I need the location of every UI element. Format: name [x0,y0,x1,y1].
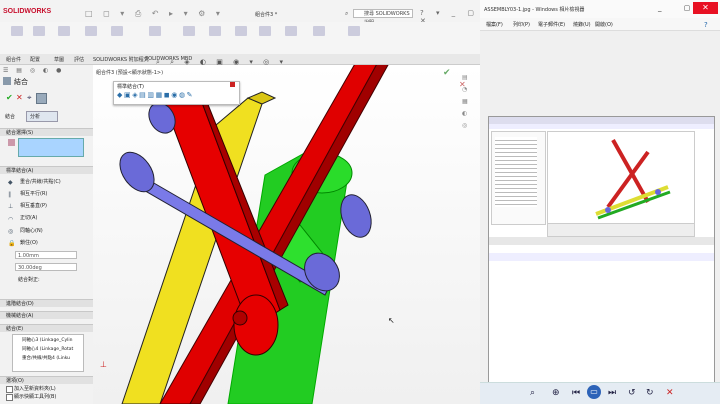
ribbon-button[interactable] [108,26,126,37]
photo-mechanism [595,139,671,220]
photo-taskbar-strip [489,253,714,261]
tab-evaluate[interactable]: 評估 [74,56,84,63]
ribbon-button[interactable] [232,26,250,37]
assembly-model[interactable] [93,65,480,404]
previous-icon[interactable]: ⏮ [572,388,580,398]
tab-analysis[interactable]: 分析 [30,113,40,120]
pin-icon[interactable]: ⌖ [27,93,32,103]
manager-tabs-icons[interactable]: ☰ ▤ ◎ ◐ ● [3,67,64,74]
menu-email[interactable]: 電子郵件(E) [538,21,565,28]
tab-mates[interactable]: 結合 [5,113,15,120]
feature-tree-breadcrumb[interactable]: 組合件3 (預設<顯示狀態-1>) [96,69,163,76]
pm-title: 結合 [14,78,28,86]
graphics-viewport[interactable] [93,65,480,404]
section-mechanical-mates[interactable]: 機械結合(A) [0,311,93,319]
ribbon-button[interactable] [345,26,363,37]
tab-addins[interactable]: SOLIDWORKS 附加程式 [93,56,149,63]
ribbon-button[interactable] [206,26,224,37]
angle-field[interactable]: 30.00deg [15,263,77,271]
ok-icon[interactable]: ✔ [6,93,13,102]
section-selections[interactable]: 結合選擇(S) [0,128,93,136]
ok-icon[interactable]: ✔ [443,68,451,78]
mates-list-item[interactable]: 同軸心4 (Linkage_Rotat [22,346,73,352]
search-icon: ⌕ [345,10,349,17]
photo-statusbar [489,237,714,245]
solidworks-window: SOLIDWORKS □ ◻ ▾ ⎙ ↶ ▸ ▾ ⚙ ▾ 組合件3 * 搜尋 S… [0,0,480,404]
menu-open[interactable]: 開啟(O) [595,21,613,28]
photo-titlebar [489,117,714,124]
photo-viewer-window: ASSEMBLY03-1.jpg - Windows 相片檢視器 _ ▢ ✕ 檔… [480,0,720,404]
ribbon-button[interactable] [82,26,100,37]
photo-blue-pin [655,189,661,195]
cancel-icon[interactable]: ✕ [16,93,23,102]
popup-close-icon[interactable] [230,82,235,87]
search-input[interactable]: 搜尋 SOLIDWORKS 說明 [353,9,413,26]
mates-list-item[interactable]: 同軸心3 (Linkage_Cylin [22,337,72,343]
ribbon-button[interactable] [8,26,26,37]
selection-icon [8,139,15,146]
task-pane-icons[interactable]: ▤ ◔ ▦ ◐ ◎ [462,72,468,132]
rotate-cw-icon[interactable]: ↻ [646,388,654,398]
mate-icon [3,77,11,85]
checkbox[interactable] [6,394,13,401]
ribbon-button[interactable] [310,26,328,37]
ribbon-button[interactable] [282,26,300,37]
undo-mate-icon[interactable] [36,93,47,104]
displayed-photo[interactable] [488,116,715,388]
mate-alignment-label: 結合對正: [18,277,40,283]
photo-blank-area [489,245,714,387]
ribbon-button[interactable] [30,26,48,37]
ribbon-button[interactable] [256,26,274,37]
selection-box[interactable] [18,138,84,157]
fit-icon[interactable]: ⊕ [552,388,560,398]
slideshow-icon[interactable]: ▭ [587,385,601,399]
mate-lock[interactable]: 鎖住(O) [20,239,38,246]
tab-sketch[interactable]: 草圖 [54,56,64,63]
rotate-ccw-icon[interactable]: ↺ [628,388,636,398]
tab-configuration[interactable]: 配置 [30,56,40,63]
menu-file[interactable]: 檔案(F) [486,21,503,28]
ribbon-button[interactable] [55,26,73,37]
cursor-icon: ↖ [388,316,395,325]
view-toolbar-icons[interactable]: ⌕ ⌕ ◈ ◐ ▣ ◉ ▾ ◎ ▾ [156,58,287,67]
mate-parallel[interactable]: 相互平行(R) [20,190,47,197]
axis-triad-icon: ⊥ [100,360,107,369]
close-button[interactable]: ✕ [693,2,718,14]
checkbox[interactable] [6,386,13,393]
mate-tangent[interactable]: 正切(A) [20,214,37,221]
popup-title: 標準結合(T) [117,84,144,90]
ribbon-button[interactable] [146,26,164,37]
option-show-toolbar: 顯示快顯工具列(B) [14,394,57,400]
section-advanced-mates[interactable]: 進階結合(D) [0,299,93,307]
solidworks-logo[interactable]: SOLIDWORKS [3,8,51,15]
photo-blue-pin [605,207,611,213]
mate-coincident[interactable]: 重合/共線/共點(C) [20,178,61,185]
zoom-icon[interactable]: ⌕ [530,388,535,398]
distance-field[interactable]: 1.00mm [15,251,77,259]
document-title: 組合件3 * [255,12,278,18]
photo-toolbar [489,124,714,129]
section-options[interactable]: 選項(O) [0,376,93,384]
next-icon[interactable]: ⏭ [608,388,616,398]
popup-mate-icons[interactable]: ◆▣◈▤▥▦◼◉◍✎ [117,91,194,99]
menu-print[interactable]: 列印(P) [513,21,530,28]
photo-text-lines [495,137,537,207]
photo-graphics-area [547,131,695,225]
mates-list-item[interactable]: 重合/共線/共點4 (Linku [22,355,70,361]
window-title: ASSEMBLY03-1.jpg - Windows 相片檢視器 [484,7,585,13]
mate-concentric[interactable]: 同軸心(N) [20,227,43,234]
section-standard-mates[interactable]: 標準結合(A) [0,166,93,174]
quick-access-icons[interactable]: □ ◻ ▾ ⎙ ↶ ▸ ▾ ⚙ ▾ [85,9,224,19]
tab-assembly[interactable]: 組合件 [6,56,21,63]
option-add-folder: 加入至新資料夾(L) [14,386,56,392]
mate-type-icons: ◆ ∥ ⊥ ◠ ◎ 🔒 [8,179,16,248]
delete-icon[interactable]: ✕ [666,388,674,398]
menu-burn[interactable]: 燒錄(U) [573,21,591,28]
help-icon[interactable]: ? [704,21,708,29]
photo-popup-toolbar [547,223,695,237]
ribbon-button[interactable] [180,26,198,37]
mate-perpendicular[interactable]: 相互垂直(P) [20,202,47,209]
red-link-hole [232,310,248,326]
section-mates[interactable]: 結合(E) [0,324,93,332]
